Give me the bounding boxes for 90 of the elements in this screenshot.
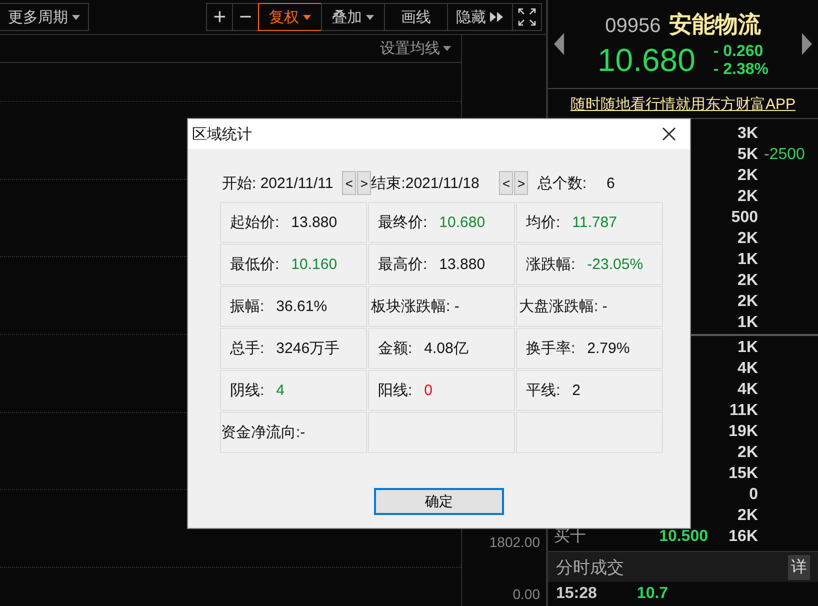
stat-value: 2.79% — [587, 340, 630, 357]
last-price: 10.680 — [597, 42, 696, 79]
depth-volume: 500 — [730, 208, 758, 226]
axis-label: 0.00 — [512, 586, 540, 602]
depth-volume: 2K — [736, 444, 758, 462]
stat-label: 最低价: — [230, 255, 280, 274]
fullscreen-button[interactable] — [512, 3, 542, 31]
detail-button[interactable]: 详 — [788, 554, 810, 580]
depth-volume: 15K — [728, 464, 758, 482]
stat-value: 10.160 — [291, 256, 338, 273]
depth-volume: 1K — [736, 250, 758, 268]
depth-volume: 3K — [736, 124, 758, 142]
stat-value: 0 — [424, 382, 433, 399]
count-value: 6 — [606, 174, 615, 192]
zoom-button[interactable]: + — [206, 3, 234, 31]
stat-label: 板块涨跌幅: - — [371, 297, 460, 316]
stat-value: 3246万手 — [276, 339, 340, 358]
depth-volume: 16K — [728, 528, 758, 546]
prev-button[interactable]: < — [499, 171, 514, 195]
ok-button[interactable]: 确定 — [374, 488, 504, 515]
stat-label: 换手率: — [526, 339, 576, 358]
trade-price: 10.7 — [636, 585, 668, 603]
stat-value: 4 — [276, 382, 285, 399]
caret-icon — [72, 14, 80, 20]
depth-volume: 2K — [736, 506, 758, 524]
count-label: 总个数: — [537, 174, 587, 192]
stock-code: 09956 — [605, 15, 661, 38]
next-button[interactable]: > — [514, 171, 528, 195]
trades-title: 分时成交 — [556, 556, 624, 578]
start-date: 开始: 2021/11/11 — [222, 174, 334, 192]
percent-change: - 2.38% — [713, 60, 768, 78]
stock-name: 安能物流 — [668, 10, 761, 39]
next-arrow-icon[interactable] — [802, 33, 812, 55]
menu-button[interactable]: 复权 — [258, 3, 322, 31]
dialog-title: 区域统计 — [192, 124, 252, 144]
trade-time: 15:28 — [556, 585, 597, 603]
depth-volume: 4K — [736, 360, 758, 378]
caret-icon — [303, 14, 311, 20]
depth-volume: 2K — [736, 166, 758, 184]
stat-value: 13.880 — [439, 256, 486, 273]
depth-volume: 1K — [736, 314, 758, 332]
axis-label: 1802.00 — [489, 534, 540, 550]
hide-button[interactable]: 隐藏 — [447, 3, 513, 31]
depth-volume: 0 — [748, 486, 758, 504]
fullscreen-icon — [518, 8, 536, 26]
stat-value: 13.880 — [291, 214, 338, 231]
depth-volume: 4K — [736, 380, 758, 398]
depth-volume: 11K — [728, 402, 758, 420]
caret-icon — [366, 14, 374, 20]
stat-label: 振幅: — [230, 297, 264, 316]
stat-value: 36.61% — [276, 298, 328, 315]
caret-icon — [443, 46, 451, 51]
depth-volume: 2K — [736, 188, 758, 206]
stat-value: -23.05% — [587, 256, 644, 273]
stat-value: 2 — [572, 382, 581, 399]
draw-button[interactable]: 画线 — [384, 3, 448, 31]
stat-label: 最高价: — [378, 255, 428, 274]
depth-volume: 2K — [736, 230, 758, 248]
period-menu[interactable]: 更多周期 — [0, 3, 89, 31]
stat-label: 平线: — [526, 381, 560, 400]
stat-value: 10.680 — [439, 214, 486, 231]
price-change: - 0.260 — [713, 42, 764, 60]
zoom-button[interactable]: − — [232, 3, 259, 31]
stat-label: 起始价: — [230, 213, 280, 232]
depth-volume: 19K — [728, 422, 758, 440]
stat-label: 阴线: — [230, 381, 264, 400]
ma-menu[interactable]: 设置均线 — [380, 39, 451, 58]
stat-value: 11.787 — [572, 214, 617, 231]
depth-volume: 5K — [736, 146, 758, 164]
depth-volume: 2K — [736, 272, 758, 290]
menu-button[interactable]: 叠加 — [321, 3, 385, 31]
stat-label: 涨跌幅: — [526, 255, 576, 274]
stat-label: 大盘涨跌幅: - — [519, 297, 608, 316]
prev-arrow-icon[interactable] — [554, 33, 564, 55]
stat-label: 阳线: — [378, 381, 412, 400]
volume-change: -2500 — [763, 146, 806, 164]
end-date: 结束:2021/11/18 — [371, 174, 480, 192]
prev-button[interactable]: < — [342, 171, 356, 195]
stat-label: 总手: — [230, 339, 264, 358]
stat-value: 4.08亿 — [424, 339, 468, 358]
close-icon[interactable] — [662, 127, 676, 141]
depth-volume: 1K — [736, 338, 758, 356]
next-button[interactable]: > — [357, 171, 372, 195]
stat-label: 均价: — [526, 213, 560, 232]
stat-label: 最终价: — [378, 213, 428, 232]
double-arrow-icon — [490, 12, 504, 22]
stat-label: 金额: — [378, 339, 412, 358]
stat-label: 资金净流向:- — [221, 423, 306, 442]
depth-price: 10.500 — [658, 528, 708, 546]
depth-volume: 2K — [736, 292, 758, 310]
